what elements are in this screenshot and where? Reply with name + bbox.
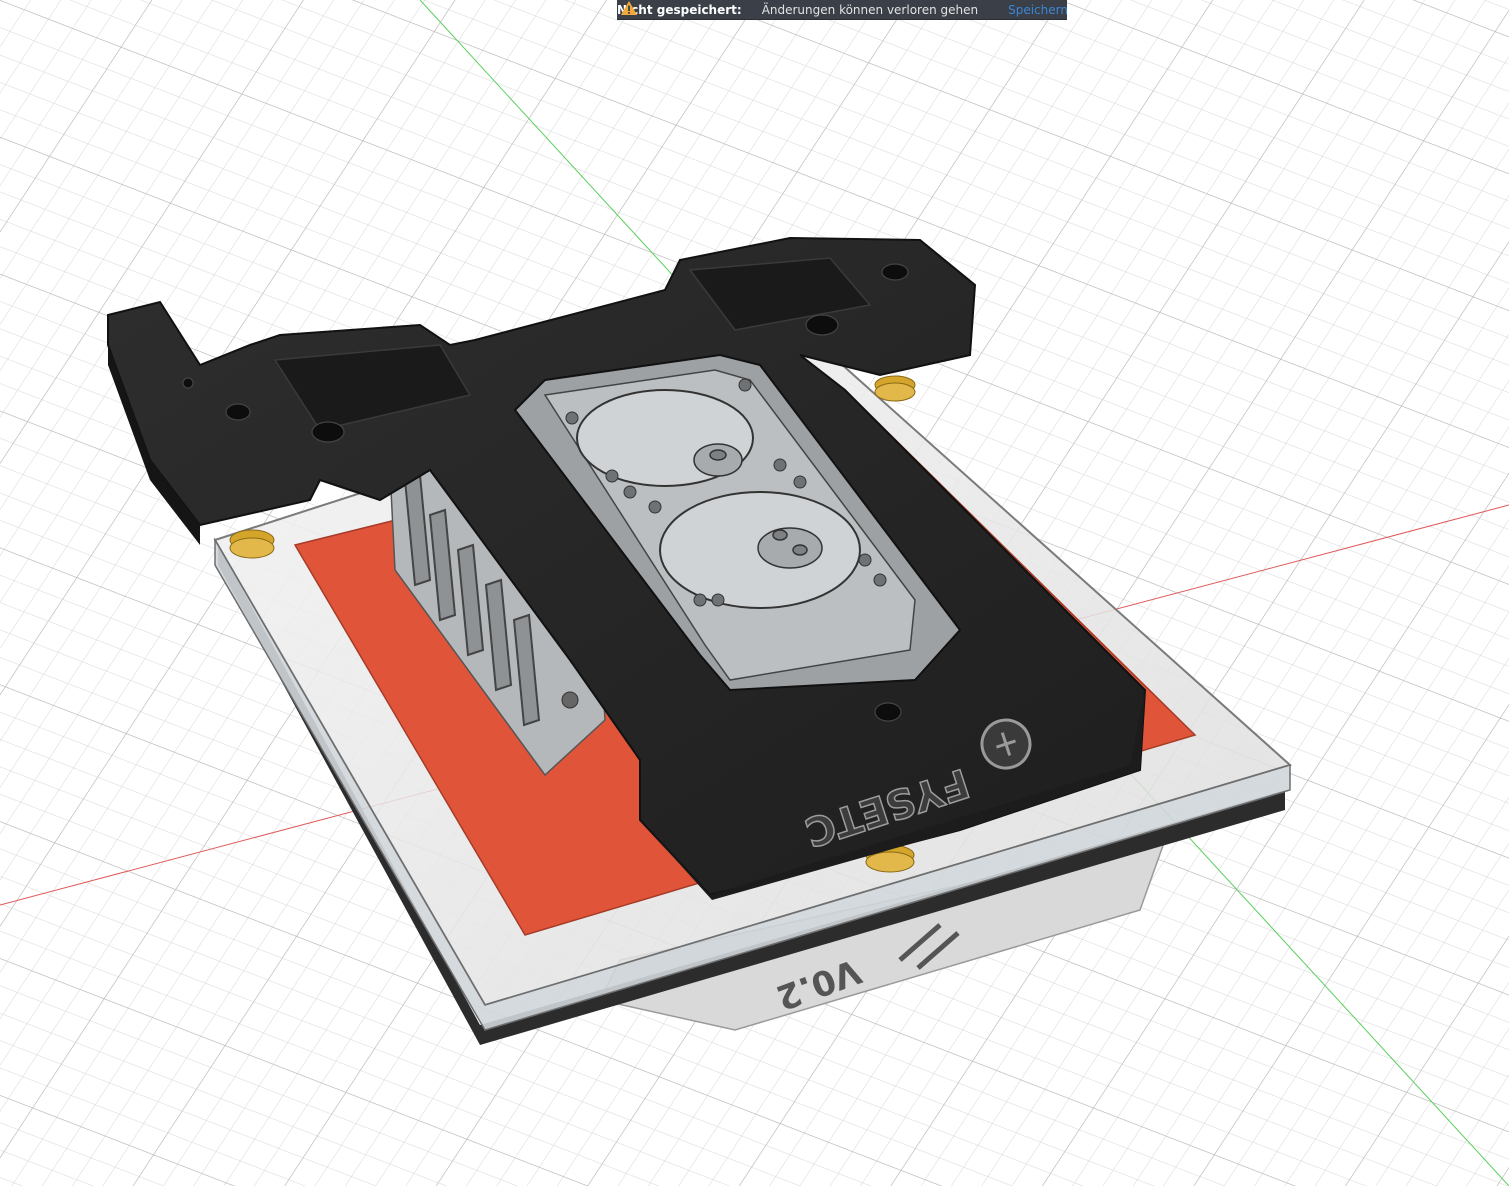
warning-icon [621, 1, 637, 15]
notification-message: Änderungen können verloren gehen [761, 2, 979, 17]
viewport-canvas[interactable]: V0.2 FYSETC [0, 0, 1509, 1186]
unsaved-notification: Nicht gespeichert: Änderungen können ver… [617, 0, 1068, 20]
save-link[interactable]: Speichern [1008, 3, 1068, 17]
bracket-hole [561, 691, 579, 709]
3d-viewport[interactable]: V0.2 FYSETC Nicht gespeichert: Änderunge… [0, 0, 1509, 1186]
